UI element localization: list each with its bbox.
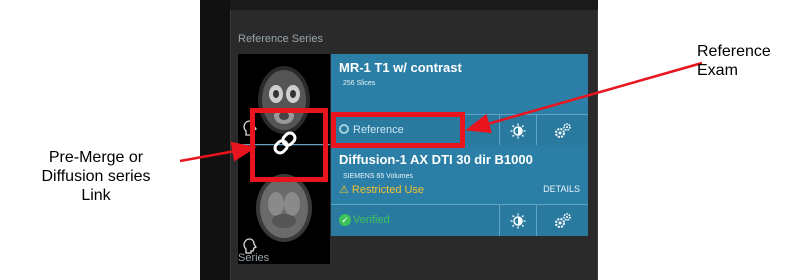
reference-exam-subtitle: 256 Slices [343,80,376,87]
linked-series-subtitle: SIEMENS 65 Volumes [343,173,414,180]
reference-series-heading: Reference Series [238,33,323,45]
brightness-icon [510,213,526,228]
restricted-use-warning: ⚠ Restricted Use [339,184,425,196]
series-heading: Series [238,252,270,264]
gears-icon [555,122,571,138]
linked-series-title: Diffusion-1 AX DTI 30 dir B1000 [339,152,533,167]
linked-settings-button[interactable] [536,205,589,236]
reference-highlight-box [331,112,465,148]
reference-brightness-button[interactable] [499,115,536,146]
panel-left-strip [200,0,230,280]
reference-exam-annotation: Reference Exam [697,43,771,79]
linked-brightness-button[interactable] [499,205,536,236]
linked-action-bar: ✓ Verified [331,204,588,236]
check-circle-icon: ✓ [339,214,351,226]
reference-exam-card[interactable]: MR-1 T1 w/ contrast 256 Slices [331,54,588,114]
details-link[interactable]: DETAILS [543,184,580,194]
gears-icon [555,212,571,228]
reference-exam-title: MR-1 T1 w/ contrast [339,60,462,75]
pre-merge-link-annotation: Pre-Merge or Diffusion series Link [41,149,151,204]
link-highlight-box [250,108,328,182]
reference-settings-button[interactable] [536,115,589,146]
brightness-icon [510,123,526,138]
verified-status-label: Verified [353,214,390,226]
